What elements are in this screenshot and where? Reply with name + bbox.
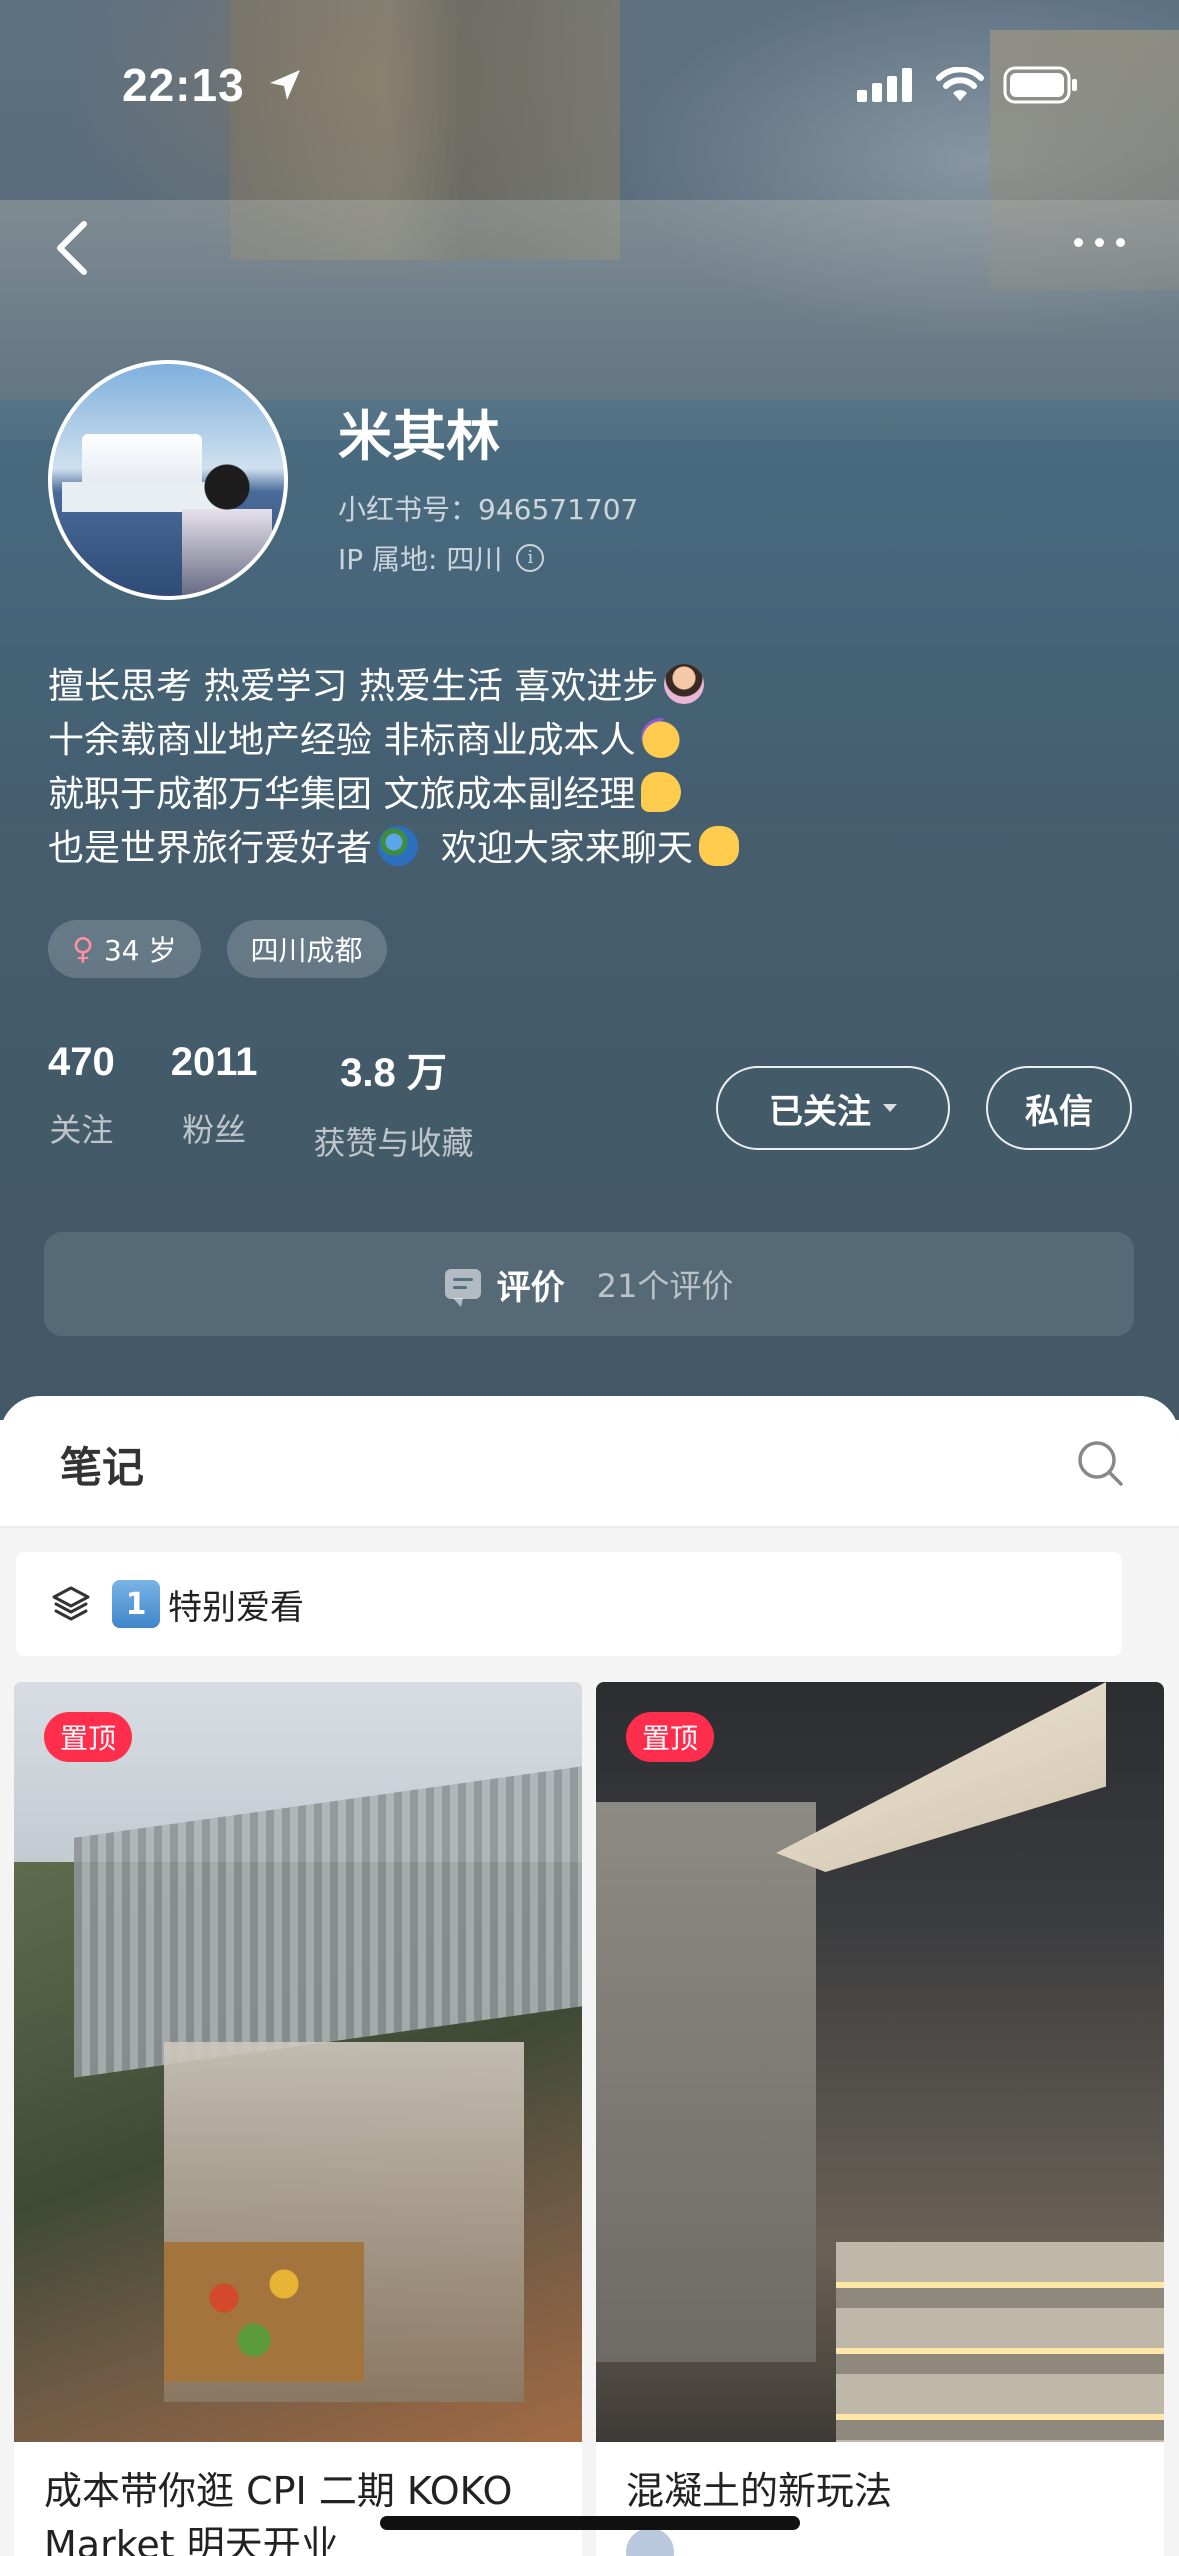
pinned-badge: 置顶 <box>44 1712 133 1762</box>
tab-notes[interactable]: 笔记 <box>60 1434 144 1495</box>
profile-tags: ♀ 34 岁 四川成都 <box>48 920 387 978</box>
cellular-signal-icon <box>857 68 912 102</box>
waving-hand-emoji-icon <box>698 826 739 866</box>
bio-line: 擅长思考 热爱学习 热爱生活 喜欢进步 <box>48 660 739 714</box>
author-avatar[interactable] <box>626 2528 674 2556</box>
status-icons <box>857 66 1079 104</box>
pointing-hand-emoji-icon <box>641 772 682 812</box>
location-arrow-icon <box>270 70 300 100</box>
follow-button[interactable]: 已关注 <box>716 1066 950 1150</box>
note-title: 成本带你逛 CPI 二期 KOKO Market 明天开业 <box>44 2469 513 2556</box>
partying-face-emoji-icon <box>641 718 682 758</box>
collection-label: 特别爱看 <box>168 1587 304 1628</box>
note-image <box>596 1682 1164 2442</box>
more-dots-icon[interactable] <box>1074 238 1125 247</box>
pinned-badge: 置顶 <box>626 1712 715 1762</box>
status-time: 22:13 <box>122 59 245 111</box>
wifi-icon <box>936 67 984 101</box>
bio-line: 也是世界旅行爱好者 欢迎大家来聊天 <box>48 822 739 876</box>
note-title: 混凝土的新玩法 <box>626 2469 893 2513</box>
avatar[interactable] <box>48 360 288 600</box>
profile-red-id: 小红书号：946571707 <box>338 493 639 526</box>
gender-age-tag: ♀ 34 岁 <box>48 920 201 978</box>
notes-header: 笔记 <box>0 1396 1179 1528</box>
collection-item[interactable]: 1 特别爱看 <box>16 1552 1122 1656</box>
profile-name: 米其林 <box>338 405 500 468</box>
status-bar: 22:13 <box>0 0 1179 150</box>
stat-following[interactable]: 470 关注 <box>48 1040 115 1164</box>
collection-number-badge: 1 <box>112 1580 160 1628</box>
stat-likes-collections[interactable]: 3.8 万 获赞与收藏 <box>314 1040 474 1164</box>
message-button[interactable]: 私信 <box>986 1066 1132 1150</box>
avatar-person <box>182 454 272 596</box>
ip-location-text: IP 属地: 四川 <box>338 543 503 576</box>
location-tag: 四川成都 <box>226 920 387 978</box>
back-button[interactable] <box>52 218 92 278</box>
globe-emoji-icon <box>378 826 419 866</box>
female-icon: ♀ <box>72 931 94 967</box>
search-icon[interactable] <box>1075 1438 1125 1488</box>
notes-sheet: 笔记 1 特别爱看 置顶 成本带你逛 CPI 二期 KOKO Market 明天… <box>0 1396 1179 2556</box>
profile-stats: 470 关注 2011 粉丝 3.8 万 获赞与收藏 <box>48 1040 474 1164</box>
info-icon[interactable]: i <box>516 544 545 572</box>
battery-icon <box>1003 66 1077 104</box>
home-indicator[interactable] <box>380 2516 800 2530</box>
reviews-bar[interactable]: 评价 21个评价 <box>44 1232 1134 1336</box>
chevron-down-icon <box>883 1104 897 1112</box>
profile-header: 22:13 米其林 小红书号：946571707 IP 属地: 四川 i 擅长思… <box>0 0 1179 1420</box>
raising-hand-emoji-icon <box>664 664 705 704</box>
profile-ip-location: IP 属地: 四川 i <box>338 538 545 578</box>
bio-line: 十余载商业地产经验 非标商业成本人 <box>48 714 739 768</box>
comment-icon <box>444 1269 481 1307</box>
stat-followers[interactable]: 2011 粉丝 <box>171 1040 258 1164</box>
layers-icon <box>52 1586 90 1621</box>
profile-bio: 擅长思考 热爱学习 热爱生活 喜欢进步 十余载商业地产经验 非标商业成本人 就职… <box>48 660 739 876</box>
note-card[interactable]: 置顶 混凝土的新玩法 <box>596 1682 1164 2556</box>
note-card[interactable]: 置顶 成本带你逛 CPI 二期 KOKO Market 明天开业 <box>14 1682 582 2556</box>
note-image <box>14 1682 582 2442</box>
bio-line: 就职于成都万华集团 文旅成本副经理 <box>48 768 739 822</box>
